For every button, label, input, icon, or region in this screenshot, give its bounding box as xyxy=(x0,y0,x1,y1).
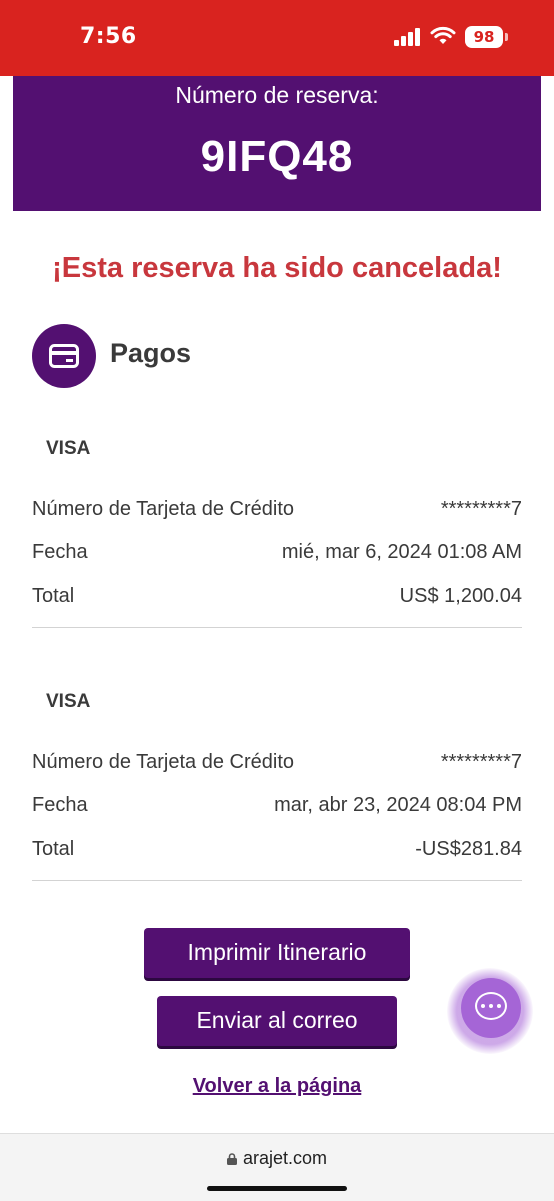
payment-item: VISA Número de Tarjeta de Crédito ******… xyxy=(32,438,522,628)
url-text: arajet.com xyxy=(242,1148,328,1168)
payments-title: Pagos xyxy=(110,338,192,368)
total-label: Total xyxy=(32,838,75,860)
date-value: mar, abr 23, 2024 08:04 PM xyxy=(274,794,522,816)
signal-icon xyxy=(394,28,422,46)
total-value: US$ 1,200.04 xyxy=(399,585,522,607)
date-row: Fecha mié, mar 6, 2024 01:08 AM xyxy=(32,541,522,571)
url-bar[interactable]: arajet.com xyxy=(0,1148,554,1169)
card-number-value: *********7 xyxy=(440,498,522,520)
total-row: Total US$ 1,200.04 xyxy=(32,585,522,615)
total-row: Total -US$281.84 xyxy=(32,838,522,868)
card-type: VISA xyxy=(46,691,91,712)
home-indicator xyxy=(207,1186,347,1191)
print-itinerary-button[interactable]: Imprimir Itinerario xyxy=(144,928,410,978)
chat-button[interactable] xyxy=(461,978,521,1038)
card-number-label: Número de Tarjeta de Crédito xyxy=(32,498,294,520)
date-label: Fecha xyxy=(32,541,88,563)
card-number-row: Número de Tarjeta de Crédito *********7 xyxy=(32,498,522,528)
cancellation-notice: ¡Esta reserva ha sido cancelada! xyxy=(52,252,502,284)
lock-icon xyxy=(226,1153,237,1165)
battery-tip xyxy=(505,33,508,41)
status-time: 7:56 xyxy=(80,24,137,49)
total-value: -US$281.84 xyxy=(415,838,522,860)
browser-bottom-bar: arajet.com xyxy=(0,1133,554,1201)
card-type: VISA xyxy=(46,438,91,459)
wifi-icon xyxy=(430,26,456,44)
card-number-value: *********7 xyxy=(440,751,522,773)
credit-card-icon xyxy=(32,324,96,388)
divider xyxy=(32,627,522,628)
battery-icon: 98 xyxy=(465,26,503,48)
card-number-row: Número de Tarjeta de Crédito *********7 xyxy=(32,751,522,781)
reservation-header: Número de reserva: 9IFQ48 xyxy=(13,76,541,211)
payment-item: VISA Número de Tarjeta de Crédito ******… xyxy=(32,691,522,881)
date-label: Fecha xyxy=(32,794,88,816)
status-bar: 7:56 98 xyxy=(0,0,554,76)
divider xyxy=(32,880,522,881)
reservation-label: Número de reserva: xyxy=(175,82,379,108)
date-value: mié, mar 6, 2024 01:08 AM xyxy=(281,541,522,563)
card-number-label: Número de Tarjeta de Crédito xyxy=(32,751,294,773)
date-row: Fecha mar, abr 23, 2024 08:04 PM xyxy=(32,794,522,824)
chat-dots xyxy=(481,1004,503,1009)
send-email-button[interactable]: Enviar al correo xyxy=(157,996,397,1046)
back-link[interactable]: Volver a la página xyxy=(0,1075,554,1098)
reservation-code: 9IFQ48 xyxy=(200,132,354,181)
total-label: Total xyxy=(32,585,75,607)
